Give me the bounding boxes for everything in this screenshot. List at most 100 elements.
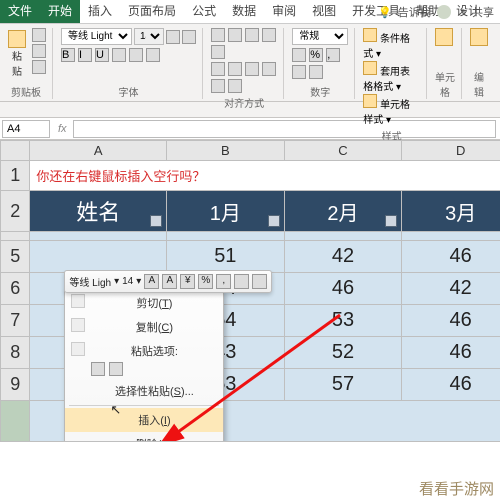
paste-button[interactable]: 粘贴: [6, 28, 28, 80]
mini-comma-icon[interactable]: ,: [216, 274, 231, 289]
fx-icon[interactable]: fx: [52, 123, 73, 135]
filter-icon[interactable]: [268, 215, 280, 227]
mini-font-name[interactable]: 等线 Ligh: [69, 274, 111, 289]
cell-C8[interactable]: 52: [284, 337, 402, 369]
editing-icon[interactable]: [470, 28, 488, 46]
filter-icon[interactable]: [385, 215, 397, 227]
cut-icon[interactable]: [32, 28, 46, 42]
row-9[interactable]: 9: [1, 369, 30, 401]
mini-format-painter-icon[interactable]: [252, 274, 267, 289]
decrease-decimal-icon[interactable]: [309, 65, 323, 79]
table-format-button[interactable]: 套用表格格式 ▾: [363, 61, 420, 93]
tab-file[interactable]: 文件: [0, 0, 40, 23]
align-left-icon[interactable]: [211, 62, 225, 76]
decrease-font-icon[interactable]: [182, 30, 196, 44]
underline-icon[interactable]: U: [95, 48, 109, 62]
decrease-indent-icon[interactable]: [262, 62, 276, 76]
italic-icon[interactable]: I: [78, 48, 92, 62]
cell-C9[interactable]: 57: [284, 369, 402, 401]
row-6[interactable]: 6: [1, 273, 30, 305]
row-5[interactable]: 5: [1, 241, 30, 273]
cell-B5[interactable]: 51: [166, 241, 284, 273]
cell-D6[interactable]: 42: [402, 273, 500, 305]
wrap-text-icon[interactable]: [211, 45, 225, 59]
row-8[interactable]: 8: [1, 337, 30, 369]
share-label[interactable]: 共享: [472, 4, 494, 20]
cell-D8[interactable]: 46: [402, 337, 500, 369]
format-painter-icon[interactable]: [32, 60, 46, 74]
select-all-corner[interactable]: [1, 141, 30, 161]
cell-A5[interactable]: [30, 241, 167, 273]
tab-data[interactable]: 数据: [224, 0, 264, 23]
row-2[interactable]: 2: [1, 191, 30, 232]
cell-style-button[interactable]: 单元格样式 ▾: [363, 94, 420, 126]
align-right-icon[interactable]: [245, 62, 259, 76]
ctx-delete[interactable]: 删除(D): [65, 432, 223, 442]
paste-option-1-icon[interactable]: [91, 362, 105, 376]
ctx-copy[interactable]: 复制(C): [65, 315, 223, 339]
header-m2[interactable]: 2月: [284, 191, 402, 232]
comma-icon[interactable]: ,: [326, 48, 340, 62]
mini-border-icon[interactable]: [234, 274, 249, 289]
cell-C6[interactable]: 46: [284, 273, 402, 305]
increase-font-icon[interactable]: [166, 30, 180, 44]
mini-percent-icon[interactable]: %: [198, 274, 213, 289]
header-m3[interactable]: 3月: [402, 191, 500, 232]
col-A[interactable]: A: [30, 141, 167, 161]
cell-C7[interactable]: 53: [284, 305, 402, 337]
align-top-icon[interactable]: [211, 28, 225, 42]
filter-icon[interactable]: [150, 215, 162, 227]
align-middle-icon[interactable]: [228, 28, 242, 42]
increase-indent-icon[interactable]: [211, 79, 225, 93]
mini-increase-font-icon[interactable]: A: [144, 274, 159, 289]
ctx-cut[interactable]: 剪切(T): [65, 291, 223, 315]
percent-icon[interactable]: %: [309, 48, 323, 62]
tab-home[interactable]: 开始: [40, 0, 80, 23]
name-box[interactable]: [2, 120, 50, 138]
font-name-select[interactable]: 等线 Light: [61, 28, 132, 45]
paste-option-2-icon[interactable]: [109, 362, 123, 376]
question-text[interactable]: 你还在右键鼠标插入空行吗？: [30, 161, 500, 191]
user-avatar[interactable]: [437, 5, 451, 19]
currency-icon[interactable]: [292, 48, 306, 62]
header-name[interactable]: 姓名: [30, 191, 167, 232]
col-B[interactable]: B: [166, 141, 284, 161]
col-C[interactable]: C: [284, 141, 402, 161]
mini-currency-icon[interactable]: ¥: [180, 274, 195, 289]
tab-insert[interactable]: 插入: [80, 0, 120, 23]
tell-me-label[interactable]: 告诉我: [398, 4, 431, 20]
orientation-icon[interactable]: [262, 28, 276, 42]
formula-bar[interactable]: [73, 120, 496, 138]
align-center-icon[interactable]: [228, 62, 242, 76]
cell-D9[interactable]: 46: [402, 369, 500, 401]
merge-icon[interactable]: [228, 79, 242, 93]
mini-font-size[interactable]: 14: [122, 276, 133, 287]
bold-icon[interactable]: B: [61, 48, 75, 62]
mini-decrease-font-icon[interactable]: A: [162, 274, 177, 289]
border-icon[interactable]: [112, 48, 126, 62]
tab-view[interactable]: 视图: [304, 0, 344, 23]
copy-icon[interactable]: [32, 44, 46, 58]
cells-icon[interactable]: [435, 28, 453, 46]
align-bottom-icon[interactable]: [245, 28, 259, 42]
row-7[interactable]: 7: [1, 305, 30, 337]
increase-decimal-icon[interactable]: [292, 65, 306, 79]
group-font: 等线 Light 14 B I U 字体: [61, 28, 203, 99]
ctx-insert[interactable]: 插入(I): [65, 408, 223, 432]
ctx-paste-special[interactable]: 选择性粘贴(S)...: [65, 379, 223, 403]
cell-D5[interactable]: 46: [402, 241, 500, 273]
tab-layout[interactable]: 页面布局: [120, 0, 184, 23]
font-size-select[interactable]: 14: [134, 28, 164, 45]
cell-D7[interactable]: 46: [402, 305, 500, 337]
tab-formulas[interactable]: 公式: [184, 0, 224, 23]
conditional-format-button[interactable]: 条件格式 ▾: [363, 28, 420, 60]
row-1[interactable]: 1: [1, 161, 30, 191]
font-color-icon[interactable]: [146, 48, 160, 62]
header-m1[interactable]: 1月: [166, 191, 284, 232]
tab-review[interactable]: 审阅: [264, 0, 304, 23]
context-menu: 剪切(T) 复制(C) 粘贴选项: 选择性粘贴(S)... 插入(I) 删除(D…: [64, 290, 224, 442]
fill-color-icon[interactable]: [129, 48, 143, 62]
col-D[interactable]: D: [402, 141, 500, 161]
number-format-select[interactable]: 常规: [292, 28, 348, 45]
cell-C5[interactable]: 42: [284, 241, 402, 273]
